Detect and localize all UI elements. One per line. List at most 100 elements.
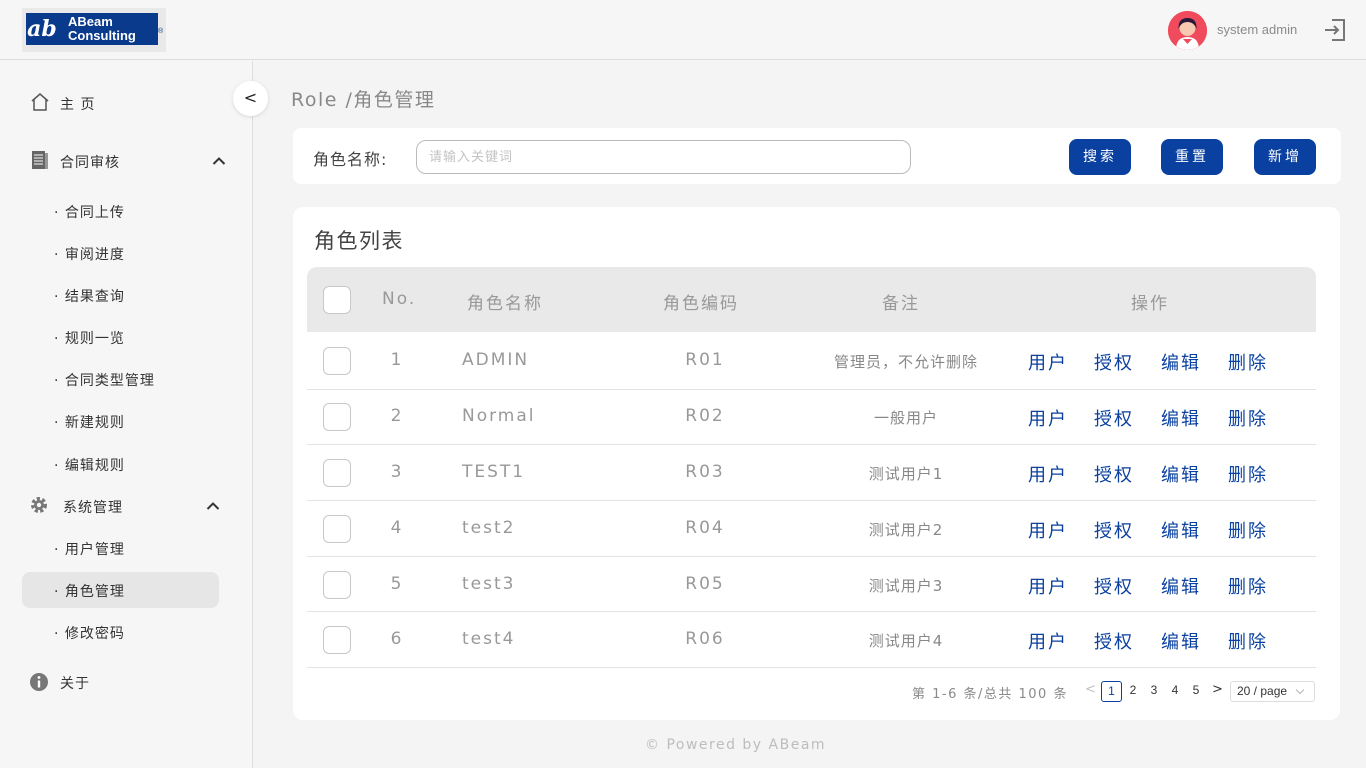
next-page-button[interactable]: >: [1212, 682, 1223, 697]
user-avatar[interactable]: [1168, 11, 1207, 50]
breadcrumb: Role /角色管理: [291, 89, 436, 111]
page-2-button[interactable]: 2: [1125, 683, 1141, 697]
page-4-button[interactable]: 4: [1167, 683, 1183, 697]
row-role-code: R05: [685, 574, 725, 594]
row-delete-link[interactable]: 删除: [1228, 628, 1268, 654]
row-no: 3: [390, 462, 402, 482]
row-authorize-link[interactable]: 授权: [1094, 461, 1134, 487]
logo-line1: ABeam: [68, 14, 113, 29]
sidebar-group-system[interactable]: 系统管理: [63, 497, 123, 517]
row-delete-link[interactable]: 删除: [1228, 517, 1268, 543]
pagination-total: 第 1-6 条/总共 100 条: [912, 687, 1068, 702]
logo-line2: Consulting: [68, 28, 136, 43]
sidebar-collapse-button[interactable]: <: [233, 81, 268, 116]
logout-icon[interactable]: [1322, 17, 1348, 43]
sidebar-item-about[interactable]: 关于: [60, 673, 90, 693]
chevron-down-icon: [1295, 689, 1305, 695]
row-delete-link[interactable]: 删除: [1228, 405, 1268, 431]
sidebar-item-contract-type[interactable]: · 合同类型管理: [54, 370, 155, 390]
row-users-link[interactable]: 用户: [1028, 517, 1068, 543]
row-role-code: R01: [685, 350, 725, 370]
row-role-name: test2: [462, 518, 516, 538]
row-no: 4: [390, 518, 402, 538]
row-users-link[interactable]: 用户: [1028, 628, 1068, 654]
row-authorize-link[interactable]: 授权: [1094, 349, 1134, 375]
add-button[interactable]: 新增: [1254, 139, 1316, 175]
sidebar-item-new-rule[interactable]: · 新建规则: [54, 412, 125, 432]
row-no: 6: [390, 629, 402, 649]
row-authorize-link[interactable]: 授权: [1094, 405, 1134, 431]
document-icon: [32, 151, 48, 169]
row-checkbox[interactable]: [323, 459, 351, 487]
column-header-note: 备注: [882, 294, 920, 314]
row-delete-link[interactable]: 删除: [1228, 349, 1268, 375]
role-name-label: 角色名称:: [313, 150, 388, 169]
row-checkbox[interactable]: [323, 347, 351, 375]
chevron-up-icon[interactable]: [212, 156, 226, 166]
row-edit-link[interactable]: 编辑: [1161, 405, 1201, 431]
row-role-name: test4: [462, 629, 516, 649]
page-3-button[interactable]: 3: [1146, 683, 1162, 697]
row-users-link[interactable]: 用户: [1028, 349, 1068, 375]
row-note: 一般用户: [873, 409, 938, 427]
row-edit-link[interactable]: 编辑: [1161, 573, 1201, 599]
page-5-button[interactable]: 5: [1188, 683, 1204, 697]
row-divider: [307, 556, 1316, 557]
row-checkbox[interactable]: [323, 403, 351, 431]
sidebar-item-review-progress[interactable]: · 审阅进度: [54, 244, 125, 264]
row-users-link[interactable]: 用户: [1028, 461, 1068, 487]
row-divider: [307, 611, 1316, 612]
logo-registered-mark: ®: [158, 28, 164, 35]
sidebar-item-edit-rule[interactable]: · 编辑规则: [54, 455, 125, 475]
row-role-name: Normal: [462, 406, 536, 426]
column-header-ops: 操作: [1131, 294, 1169, 314]
footer-powered-by: © Powered by ABeam: [645, 737, 827, 753]
reset-button[interactable]: 重置: [1161, 139, 1223, 175]
column-header-role-code: 角色编码: [663, 294, 739, 314]
username-label[interactable]: system admin: [1217, 22, 1297, 37]
row-users-link[interactable]: 用户: [1028, 573, 1068, 599]
row-delete-link[interactable]: 删除: [1228, 461, 1268, 487]
page-1-current[interactable]: 1: [1101, 681, 1122, 702]
row-users-link[interactable]: 用户: [1028, 405, 1068, 431]
row-no: 5: [390, 574, 402, 594]
sidebar-item-user-management[interactable]: · 用户管理: [54, 539, 125, 559]
role-name-search-input[interactable]: [416, 140, 911, 174]
sidebar-item-change-password[interactable]: · 修改密码: [54, 623, 125, 643]
sidebar-item-result-query[interactable]: · 结果查询: [54, 286, 125, 306]
row-checkbox[interactable]: [323, 571, 351, 599]
select-all-checkbox[interactable]: [323, 286, 351, 314]
column-header-role-name: 角色名称: [467, 294, 543, 314]
row-delete-link[interactable]: 删除: [1228, 573, 1268, 599]
row-divider: [307, 500, 1316, 501]
row-note: 测试用户3: [868, 577, 944, 595]
sidebar-item-contract-upload[interactable]: · 合同上传: [54, 202, 125, 222]
row-authorize-link[interactable]: 授权: [1094, 573, 1134, 599]
row-authorize-link[interactable]: 授权: [1094, 628, 1134, 654]
row-edit-link[interactable]: 编辑: [1161, 461, 1201, 487]
row-divider: [307, 444, 1316, 445]
row-authorize-link[interactable]: 授权: [1094, 517, 1134, 543]
prev-page-button[interactable]: <: [1085, 682, 1096, 697]
logo-mark-icon: ab: [26, 13, 58, 45]
row-edit-link[interactable]: 编辑: [1161, 517, 1201, 543]
abeam-logo[interactable]: ab ABeam Consulting ®: [22, 8, 166, 52]
row-checkbox[interactable]: [323, 515, 351, 543]
row-no: 1: [390, 350, 402, 370]
sidebar-item-rule-list[interactable]: · 规则一览: [54, 328, 125, 348]
row-edit-link[interactable]: 编辑: [1161, 349, 1201, 375]
sidebar-item-home[interactable]: 主 页: [60, 94, 95, 114]
row-no: 2: [390, 406, 402, 426]
chevron-up-icon[interactable]: [206, 501, 220, 511]
sidebar-group-contract-review[interactable]: 合同审核: [60, 152, 120, 172]
row-note: 测试用户4: [868, 632, 944, 650]
role-list-title: 角色列表: [314, 229, 404, 253]
row-checkbox[interactable]: [323, 626, 351, 654]
row-role-code: R02: [685, 406, 725, 426]
sidebar-item-role-management[interactable]: · 角色管理: [54, 581, 125, 601]
row-divider: [307, 389, 1316, 390]
search-button[interactable]: 搜索: [1069, 139, 1131, 175]
row-note: 管理员，不允许删除: [833, 353, 978, 371]
row-edit-link[interactable]: 编辑: [1161, 628, 1201, 654]
row-role-code: R04: [685, 518, 725, 538]
